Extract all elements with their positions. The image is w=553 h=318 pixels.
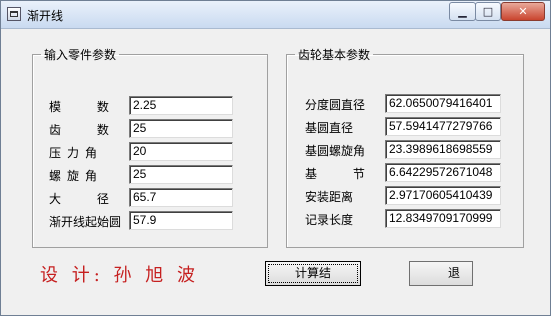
record-length-label: 记录长度 [305,213,354,227]
close-button[interactable]: ✕ [501,2,545,21]
helix-angle-row: 螺旋角 25 [33,165,267,185]
involute-start-label: 渐开线起始圆 [49,215,122,229]
base-diameter-output[interactable]: 57.5941477279766 [385,117,501,136]
designer-credit: 设 计: 孙 旭 波 [40,265,199,286]
window-title: 渐开线 [27,9,64,23]
base-helix-angle-label: 基圆螺旋角 [305,144,366,158]
involute-start-input[interactable]: 57.9 [129,211,233,230]
helix-angle-input[interactable]: 25 [129,165,233,184]
mounting-distance-label: 安装距离 [305,190,354,204]
base-pitch-label: 基 节 [305,167,381,181]
record-length-row: 记录长度 12.8349709170999 [287,209,523,229]
exit-button[interactable]: 退 [409,261,473,286]
pressure-angle-input[interactable]: 20 [129,142,233,161]
module-input[interactable]: 2.25 [129,96,233,115]
main-window: 渐开线 ▁ □ ✕ 输入零件参数 模 数 2.25 齿 数 25 压力角 20 … [0,0,551,316]
form-body: 输入零件参数 模 数 2.25 齿 数 25 压力角 20 螺旋角 25 大 径… [3,29,548,314]
title-bar[interactable]: 渐开线 ▁ □ ✕ [1,1,550,29]
pitch-diameter-label: 分度圆直径 [305,98,366,112]
pressure-angle-row: 压力角 20 [33,142,267,162]
teeth-row: 齿 数 25 [33,119,267,139]
teeth-input[interactable]: 25 [129,119,233,138]
maximize-button[interactable]: □ [475,2,501,21]
mounting-distance-row: 安装距离 2.97170605410439 [287,186,523,206]
major-diameter-input[interactable]: 65.7 [129,188,233,207]
input-params-group: 输入零件参数 模 数 2.25 齿 数 25 压力角 20 螺旋角 25 大 径… [32,46,268,248]
mounting-distance-output[interactable]: 2.97170605410439 [385,186,501,205]
pitch-diameter-output[interactable]: 62.0650079416401 [385,94,501,113]
base-pitch-row: 基 节 6.64229572671048 [287,163,523,183]
gear-params-legend: 齿轮基本参数 [298,48,371,62]
gear-params-group: 齿轮基本参数 分度圆直径 62.0650079416401 基圆直径 57.59… [286,46,524,248]
base-helix-angle-row: 基圆螺旋角 23.3989618698559 [287,140,523,160]
helix-angle-label: 螺旋角 [49,169,104,183]
teeth-label: 齿 数 [49,123,125,137]
record-length-output[interactable]: 12.8349709170999 [385,209,501,228]
involute-start-row: 渐开线起始圆 57.9 [33,211,267,231]
module-row: 模 数 2.25 [33,96,267,116]
calculate-button[interactable]: 计算结 [265,261,361,286]
major-diameter-label: 大 径 [49,192,125,206]
base-pitch-output[interactable]: 6.64229572671048 [385,163,501,182]
minimize-button[interactable]: ▁ [449,2,476,21]
base-helix-angle-output[interactable]: 23.3989618698559 [385,140,501,159]
base-diameter-label: 基圆直径 [305,121,354,135]
app-window-icon [7,7,21,21]
major-diameter-row: 大 径 65.7 [33,188,267,208]
input-params-legend: 输入零件参数 [44,48,117,62]
base-diameter-row: 基圆直径 57.5941477279766 [287,117,523,137]
pressure-angle-label: 压力角 [49,146,104,160]
module-label: 模 数 [49,100,125,114]
pitch-diameter-row: 分度圆直径 62.0650079416401 [287,94,523,114]
